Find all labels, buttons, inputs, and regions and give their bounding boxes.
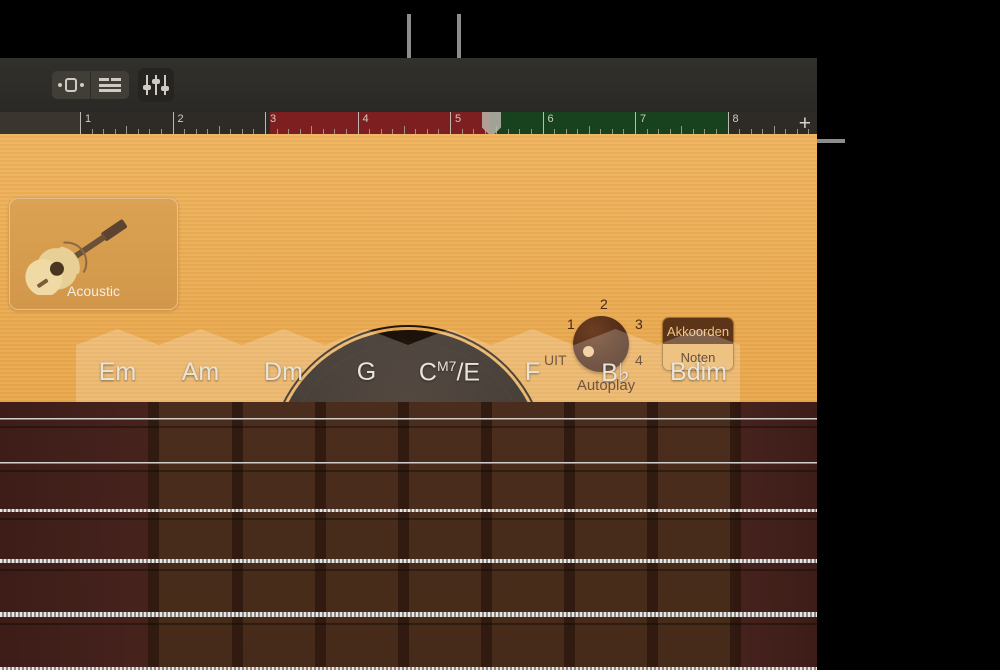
- ruler-bar-line: [265, 112, 266, 134]
- screenshot-root: ? 1 2 3 4 5 6 7 8 +: [0, 0, 1000, 670]
- ruler-bar-number: 1: [85, 113, 92, 125]
- fret-divider: [564, 402, 575, 670]
- ruler-bar-line: [357, 112, 359, 134]
- fret-divider: [647, 402, 658, 670]
- chord-label: CM7/E: [418, 358, 481, 387]
- list-view-button[interactable]: [91, 71, 129, 99]
- ruler-bar-number: 6: [547, 113, 554, 125]
- add-track-button[interactable]: +: [799, 112, 811, 136]
- ruler-bar-number: 5: [455, 113, 462, 125]
- track-view-icon: [58, 78, 84, 92]
- fretboard-edge-right: [735, 402, 817, 670]
- string-shadow: [0, 623, 817, 625]
- ruler-bar-line: [172, 112, 174, 134]
- ruler-subtick: [403, 126, 405, 134]
- chord-label: Bdim: [670, 358, 727, 386]
- autoplay-pos-2[interactable]: 2: [600, 296, 608, 312]
- fretboard[interactable]: [0, 402, 817, 670]
- fret-divider: [481, 402, 492, 670]
- string-shadow: [0, 569, 817, 571]
- ruler-bar-number: 3: [270, 113, 277, 125]
- ruler-subtick: [126, 126, 128, 134]
- ruler-bar-number: 4: [362, 113, 369, 125]
- string-shadow: [0, 470, 817, 472]
- instrument-stage: Acoustic UIT 1 2 3 4 Autoplay Akkoorden …: [0, 134, 817, 670]
- fret-divider: [148, 402, 159, 670]
- guitar-string[interactable]: [0, 559, 817, 563]
- chord-label: Em: [98, 358, 137, 386]
- ruler-subtick: [218, 126, 220, 134]
- ruler-bar-number: 8: [732, 113, 739, 125]
- ruler-bar-number: 2: [177, 113, 184, 125]
- chord-label: Am: [181, 358, 220, 386]
- guitar-string[interactable]: [0, 509, 817, 512]
- ruler-bar-line: [450, 112, 451, 134]
- string-shadow: [0, 518, 817, 520]
- fretboard-edge-left: [0, 402, 148, 670]
- garageband-window: ? 1 2 3 4 5 6 7 8 +: [0, 58, 817, 670]
- fret-divider: [232, 402, 243, 670]
- list-view-icon: [99, 78, 121, 92]
- chord-label: B♭: [601, 359, 630, 387]
- guitar-string[interactable]: [0, 462, 817, 464]
- guitar-string[interactable]: [0, 418, 817, 420]
- fret-divider: [730, 402, 741, 670]
- fret-divider: [398, 402, 409, 670]
- mixer-button[interactable]: [138, 68, 174, 102]
- ruler-subtick: [311, 126, 313, 134]
- chord-label: F: [524, 358, 541, 386]
- ruler-subtick: [681, 126, 683, 134]
- chord-label: G: [356, 358, 377, 386]
- ruler-subtick: [588, 126, 590, 134]
- ruler-subtick: [773, 126, 775, 134]
- guitar-string[interactable]: [0, 612, 817, 617]
- ruler-bar-line: [80, 112, 81, 134]
- autoplay-pos-1[interactable]: 1: [567, 316, 575, 332]
- toolbar: ?: [0, 58, 817, 164]
- autoplay-pos-3[interactable]: 3: [635, 316, 643, 332]
- ruler-bar-number: 7: [640, 113, 647, 125]
- acoustic-guitar-icon: [25, 219, 127, 295]
- string-shadow: [0, 426, 817, 428]
- timeline-ruler[interactable]: 1 2 3 4 5 6 7 8 +: [0, 112, 817, 136]
- ruler-bar-line: [542, 112, 544, 134]
- mixer-sliders-icon: [143, 75, 169, 95]
- fret-divider: [315, 402, 326, 670]
- instrument-name: Acoustic: [67, 283, 120, 299]
- ruler-bar-line: [635, 112, 636, 134]
- ruler-bar-line: [727, 112, 729, 134]
- track-view-button[interactable]: [52, 71, 90, 99]
- segment-divider: [90, 73, 91, 97]
- chord-label: Dm: [264, 358, 303, 386]
- instrument-card-acoustic[interactable]: Acoustic: [9, 198, 178, 310]
